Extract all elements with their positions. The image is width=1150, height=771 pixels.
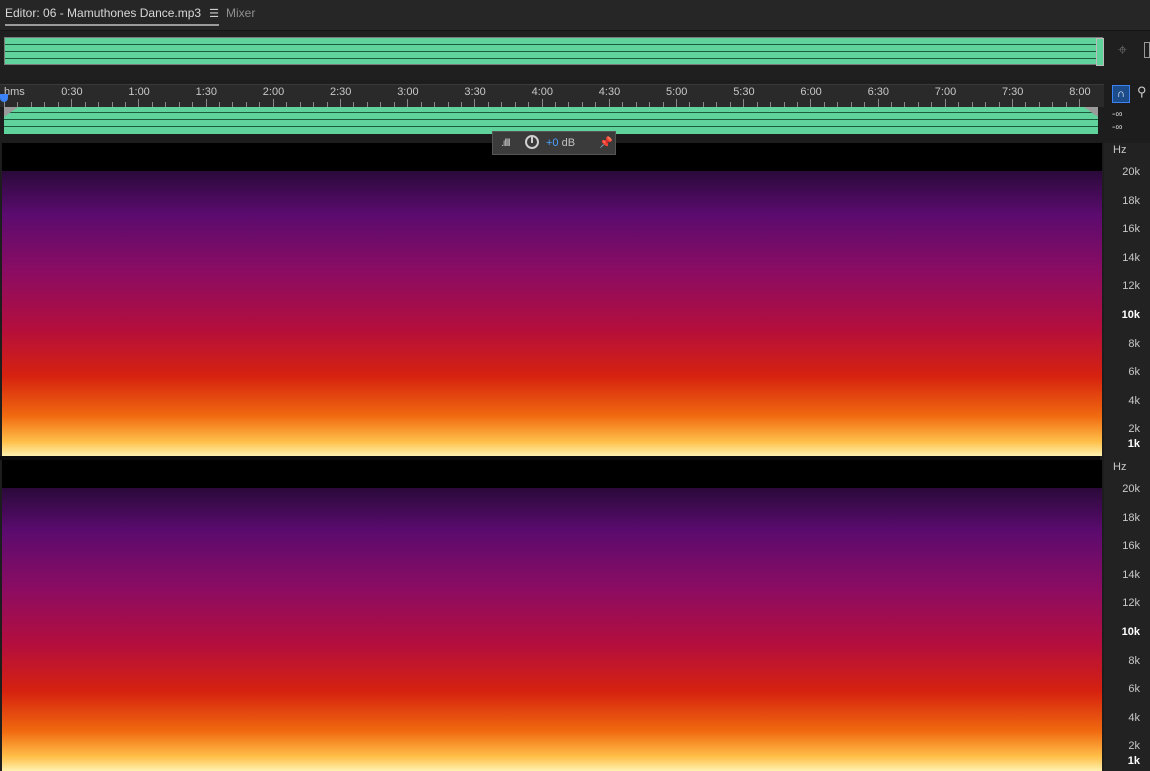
ruler-tick (205, 99, 207, 107)
frequency-label: 14k (1122, 251, 1140, 264)
ruler-label: 0:30 (61, 86, 83, 98)
hz-unit-label: Hz (1113, 461, 1127, 473)
ruler-label: 3:00 (397, 86, 419, 98)
frequency-label: 6k (1128, 366, 1140, 379)
ruler-label: 7:30 (1002, 86, 1024, 98)
tab-mixer-label: Mixer (226, 6, 256, 20)
frequency-label: 10k (1121, 626, 1140, 638)
playhead-marker[interactable] (0, 94, 8, 102)
ruler-tick (71, 99, 73, 107)
overview-edge-handle[interactable] (1144, 42, 1150, 58)
frequency-label: 20k (1122, 166, 1140, 178)
ruler-tick (407, 99, 409, 107)
fade-out-handle[interactable] (1084, 107, 1098, 117)
ruler-label: 4:00 (531, 86, 554, 98)
ruler-label: 8:00 (1069, 86, 1091, 98)
marker-pin-icon[interactable]: ⚲ (1137, 84, 1147, 100)
level-readout-top: -∞ (1112, 109, 1123, 120)
frequency-label: 18k (1122, 511, 1140, 524)
pin-icon[interactable]: 📌 (599, 136, 613, 149)
frequency-label: 12k (1122, 280, 1140, 293)
ruler-label: 1:00 (128, 86, 150, 98)
frequency-label: 8k (1128, 337, 1140, 350)
ruler-label: 3:30 (464, 86, 486, 98)
ruler-tick (1079, 99, 1081, 107)
frequency-label: 6k (1128, 683, 1140, 696)
time-ruler[interactable]: hms 0:30 1:00 1:30 2:00 2:30 3:00 3:30 4:00 4:30… (0, 84, 1104, 107)
frequency-label: 8k (1128, 654, 1140, 667)
ruler-tick (340, 99, 341, 107)
level-readout-bottom: -∞ (1112, 122, 1123, 133)
ruler-label: 5:00 (666, 86, 688, 98)
ruler-label: 6:00 (800, 86, 822, 98)
ruler-tick (810, 99, 812, 107)
ruler-tick (1012, 99, 1013, 107)
ruler-tick (138, 99, 140, 107)
ruler-tick (541, 99, 543, 107)
db-value: +0 (546, 137, 559, 149)
ruler-label: 4:30 (598, 86, 621, 98)
track-waveform[interactable] (4, 107, 1098, 134)
tab-editor-label: Editor: 06 - Mamuthones Dance.mp3 (5, 6, 202, 20)
volume-knob-icon[interactable] (525, 135, 539, 149)
frequency-label: 2k (1128, 740, 1140, 752)
hz-unit-label: Hz (1113, 144, 1127, 156)
overview-panel (0, 31, 1150, 80)
frequency-label: 10k (1121, 309, 1140, 321)
ruler-tick (474, 99, 476, 107)
frequency-axis: Hz 20k 18k 16k 14k 12k 10k 8k 6k 4k 2k 1k Hz 20k 18k 16… (1104, 143, 1150, 771)
ruler-label: 6:30 (867, 86, 890, 98)
ruler-tick (608, 99, 610, 107)
frequency-label: 4k (1128, 711, 1140, 724)
frequency-label: 14k (1122, 568, 1140, 581)
zoom-icon[interactable]: ⌖ (1118, 42, 1127, 60)
ruler-label: 2:30 (330, 86, 352, 98)
ruler-tick (944, 99, 946, 107)
editor-tab-bar: Editor: 06 - Mamuthones Dance.mp3 ☰ Mixer (0, 0, 1150, 31)
ruler-label: 5:30 (733, 86, 755, 98)
frequency-label: 16k (1122, 540, 1140, 553)
ruler-label: 7:00 (934, 86, 957, 98)
frequency-label: 18k (1122, 194, 1140, 207)
spectrogram-channel-left[interactable] (2, 143, 1102, 456)
ruler-label: 1:30 (195, 86, 218, 98)
volume-hud[interactable]: .ıllll +0 dB 📌 (492, 131, 616, 155)
ruler-tick (272, 99, 274, 107)
level-meter-icon: .ıllll (501, 138, 511, 149)
frequency-label: 1k (1127, 438, 1140, 450)
ruler-tick (676, 99, 677, 107)
db-unit: dB (561, 137, 576, 149)
spectrogram-channel-right[interactable] (2, 460, 1102, 771)
overview-zoom-handle[interactable] (1096, 38, 1104, 66)
hamburger-menu-icon[interactable]: ☰ (209, 7, 219, 20)
ruler-tick (877, 99, 879, 107)
tab-mixer[interactable]: Mixer (226, 6, 255, 20)
frequency-label: 16k (1122, 223, 1140, 236)
ruler-tick (743, 99, 745, 107)
frequency-label: 12k (1122, 597, 1140, 610)
tab-editor[interactable]: Editor: 06 - Mamuthones Dance.mp3 ☰ (5, 6, 219, 26)
frequency-label: 1k (1127, 755, 1140, 767)
volume-db-readout[interactable]: +0 dB (546, 137, 575, 149)
ruler-label: 2:00 (262, 86, 285, 98)
frequency-label: 4k (1128, 394, 1140, 407)
frequency-label: 2k (1128, 423, 1140, 435)
overview-waveform[interactable] (4, 37, 1103, 65)
frequency-label: 20k (1122, 483, 1140, 495)
snap-magnet-icon[interactable]: ∩ (1112, 85, 1130, 103)
fade-in-handle[interactable] (4, 107, 18, 117)
